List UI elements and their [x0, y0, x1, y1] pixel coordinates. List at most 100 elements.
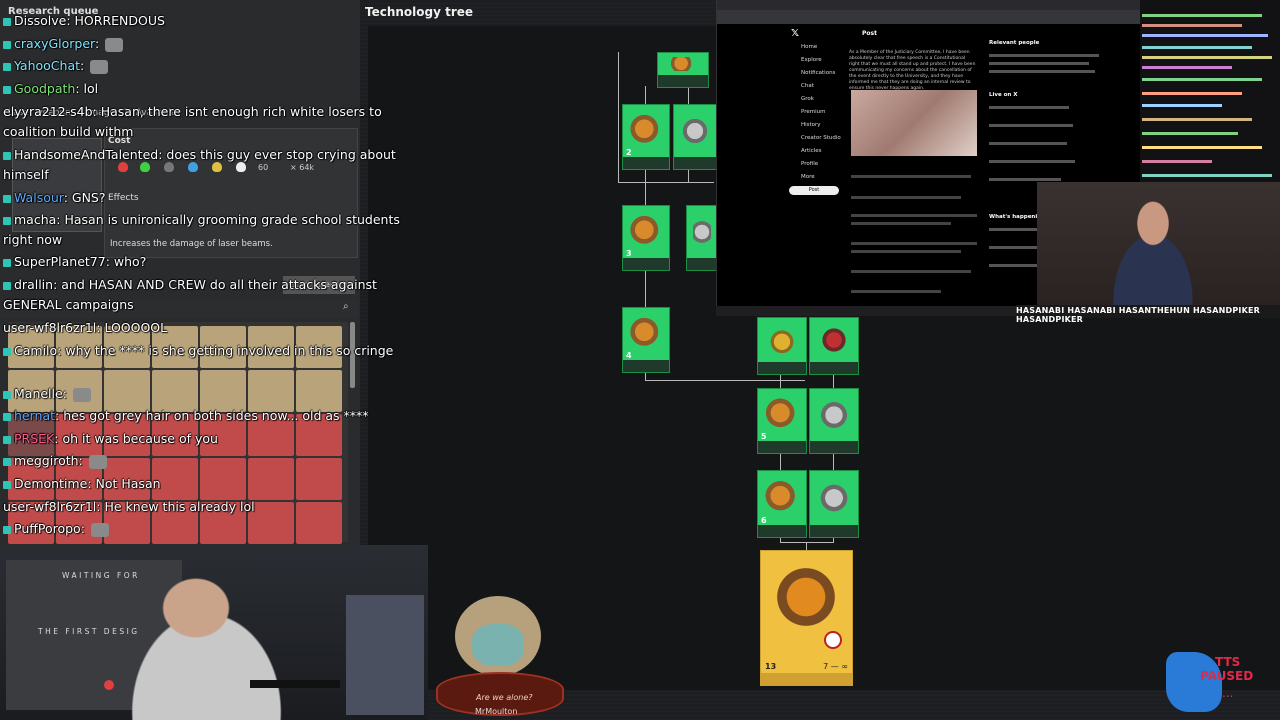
tts-status: PAUSED — [1200, 669, 1254, 683]
chat-username[interactable]: Manelle — [14, 386, 63, 401]
chat-message: GENERAL campaigns — [3, 297, 134, 312]
chat-username[interactable]: Walsour — [14, 190, 64, 205]
chat-message: Manelle: — [3, 386, 93, 402]
live-item[interactable] — [989, 124, 1073, 127]
tree-connector — [780, 542, 834, 543]
chat-username[interactable]: YahooChat — [14, 58, 80, 73]
tech-tile[interactable] — [248, 370, 294, 412]
node-cost-bar — [623, 258, 669, 270]
nav-history[interactable]: History — [801, 122, 821, 128]
windows-taskbar[interactable] — [716, 306, 1016, 316]
laser-turret-icon — [629, 109, 663, 153]
browser-address-bar[interactable] — [717, 10, 1141, 24]
tech-node[interactable]: 2 — [622, 104, 670, 170]
chat-separator: : — [92, 104, 101, 119]
post-button[interactable]: Post — [789, 186, 839, 195]
subscriber-badge-icon — [3, 40, 11, 49]
tech-tile[interactable] — [200, 458, 246, 500]
tech-node[interactable] — [686, 205, 718, 271]
chat-username[interactable]: PuffPoropo — [14, 521, 81, 536]
tech-node[interactable]: 3 — [622, 205, 670, 271]
nav-home[interactable]: Home — [801, 44, 817, 50]
chat-username[interactable]: Dissolve — [14, 13, 66, 28]
tech-node[interactable] — [757, 317, 807, 375]
tech-node[interactable] — [809, 470, 859, 538]
live-item[interactable] — [989, 142, 1067, 145]
browser-tab-bar[interactable] — [717, 0, 1141, 10]
chat-username[interactable]: HandsomeAndTalented — [14, 147, 158, 162]
chat-message: SuperPlanet77: who? — [3, 254, 146, 269]
live-item[interactable] — [989, 178, 1061, 181]
tech-node[interactable] — [673, 104, 717, 170]
tech-tile[interactable] — [152, 370, 198, 412]
chat-username[interactable]: drallin — [14, 277, 53, 292]
chat-username[interactable]: elyyra212-s4b — [3, 104, 93, 119]
relevant-person[interactable] — [989, 54, 1099, 57]
reply-item — [851, 214, 977, 217]
utility-science-icon — [212, 162, 222, 172]
reply-input[interactable] — [851, 196, 961, 199]
tech-node[interactable] — [809, 388, 859, 454]
emote-icon — [90, 522, 109, 537]
tech-tile[interactable] — [296, 458, 342, 500]
chat-username[interactable]: hernat — [14, 408, 55, 423]
chat-username[interactable]: Goodpath — [14, 81, 75, 96]
chat-username[interactable]: user-wf8lr6zr1l — [3, 320, 96, 335]
chat-text: HORRENDOUS — [74, 13, 165, 28]
node-level: 13 — [765, 662, 777, 671]
chat-username[interactable]: meggiroth — [14, 453, 79, 468]
engine-icon — [816, 322, 852, 358]
tech-tile[interactable] — [104, 370, 150, 412]
nav-grok[interactable]: Grok — [801, 96, 814, 102]
chat-username[interactable]: PRSEK — [14, 431, 54, 446]
tech-node[interactable] — [657, 52, 709, 88]
subscriber-badge-icon — [3, 216, 11, 225]
tree-connector — [618, 182, 714, 183]
nav-notifications[interactable]: Notifications — [801, 70, 835, 76]
subscriber-badge-icon — [3, 85, 11, 94]
tech-node[interactable]: 6 — [757, 470, 807, 538]
nav-chat[interactable]: Chat — [801, 83, 814, 89]
reply-item — [851, 290, 941, 293]
chat-separator: : — [78, 453, 87, 468]
chat-username[interactable]: macha — [14, 212, 56, 227]
nav-explore[interactable]: Explore — [801, 57, 822, 63]
node-cost-bar — [674, 157, 716, 169]
tech-node[interactable]: 5 — [757, 388, 807, 454]
chat-separator: : — [62, 386, 71, 401]
live-item[interactable] — [989, 160, 1075, 163]
nav-more[interactable]: More — [801, 174, 815, 180]
cost-multiplier: × 64k — [290, 163, 315, 172]
post-video[interactable] — [851, 90, 977, 156]
x-logo-icon[interactable]: 𝕏 — [791, 28, 799, 39]
tech-tile[interactable] — [296, 370, 342, 412]
search-icon[interactable]: ⌕ — [343, 301, 349, 312]
chat-username[interactable]: SuperPlanet77 — [14, 254, 106, 269]
chat-username[interactable]: Demontime — [14, 476, 87, 491]
tech-tile[interactable] — [248, 458, 294, 500]
node-cost-bar — [687, 258, 717, 270]
nav-premium[interactable]: Premium — [801, 109, 825, 115]
chat-text: Hasan, there isnt enough rich white lose… — [100, 104, 382, 119]
chat-message: drallin: and HASAN AND CREW do all their… — [3, 277, 377, 292]
live-item[interactable] — [989, 106, 1069, 109]
nav-articles[interactable]: Articles — [801, 148, 822, 154]
chat-username[interactable]: Camilo — [14, 343, 57, 358]
host-person — [112, 560, 322, 720]
selected-tech-node[interactable]: 13 7 — ∞ — [760, 550, 853, 686]
nav-profile[interactable]: Profile — [801, 161, 818, 167]
post-actions[interactable] — [851, 175, 971, 178]
tech-tile[interactable] — [200, 370, 246, 412]
energy-shield-icon — [680, 109, 710, 153]
chat-username[interactable]: user-wf8lr6zr1l — [3, 499, 96, 514]
tech-tile[interactable] — [296, 502, 342, 544]
node-cost-bar — [658, 75, 708, 87]
chat-text: oh it was because of you — [62, 431, 218, 446]
laser-turret-icon — [764, 475, 800, 521]
tech-node[interactable] — [809, 317, 859, 375]
nav-creator-studio[interactable]: Creator Studio — [801, 135, 841, 141]
tech-node[interactable]: 4 — [622, 307, 670, 373]
subscriber-badge-icon — [3, 17, 11, 26]
chat-message: Dissolve: HORRENDOUS — [3, 13, 165, 28]
chat-username[interactable]: craxyGlorper — [14, 36, 95, 51]
